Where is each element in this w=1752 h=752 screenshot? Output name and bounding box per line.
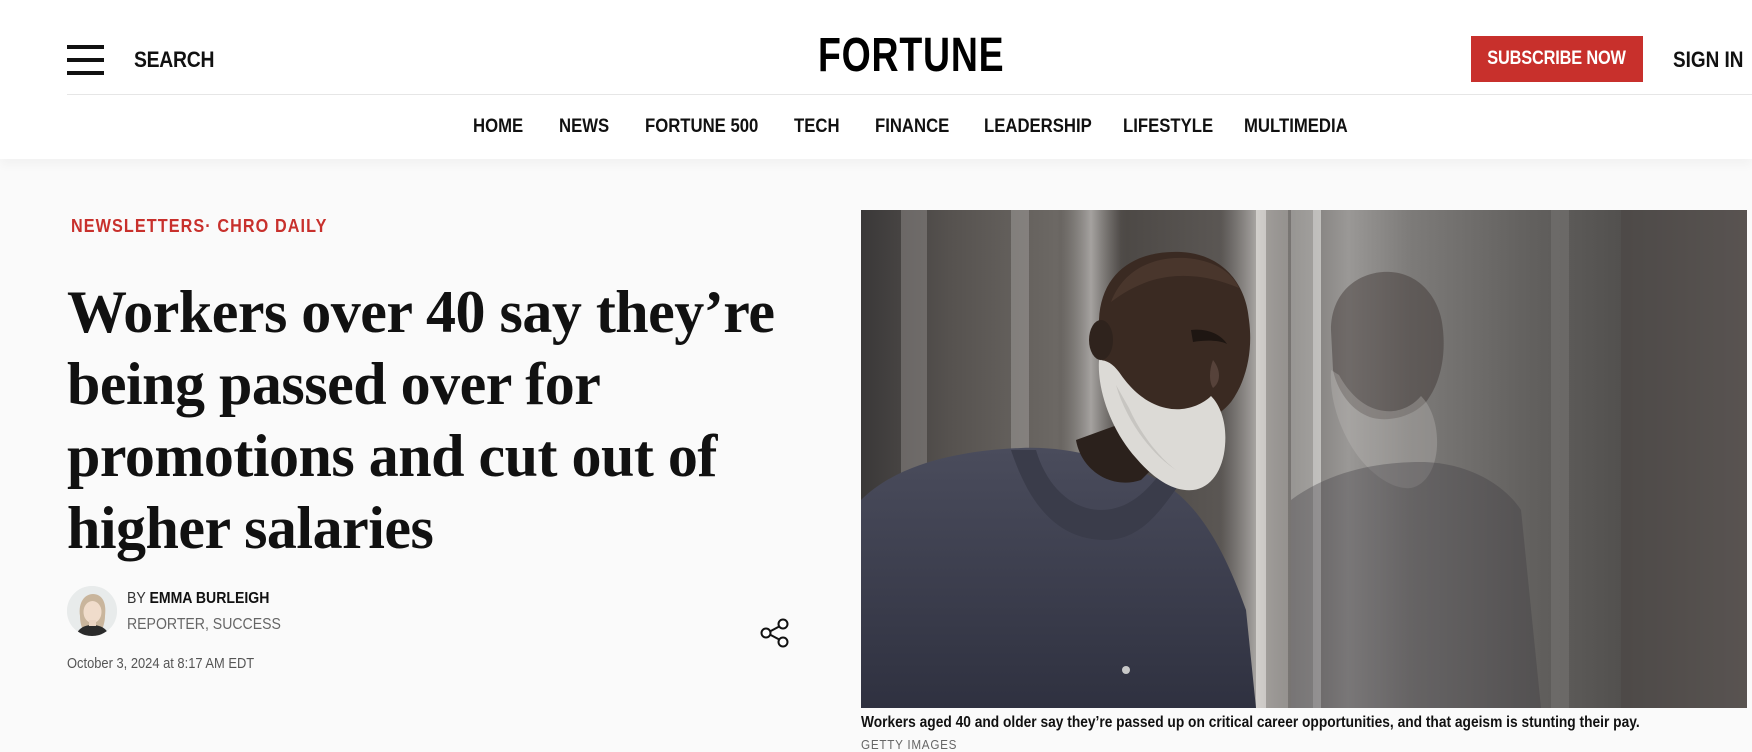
search-link[interactable]: SEARCH — [134, 46, 214, 74]
publish-date: October 3, 2024 at 8:17 AM EDT — [67, 655, 255, 672]
kicker-separator: · — [205, 216, 212, 236]
subscribe-now-button[interactable]: SUBSCRIBE NOW — [1471, 36, 1643, 82]
hero-photo — [861, 210, 1747, 708]
author-photo — [67, 586, 117, 636]
author-block: BY EMMA BURLEIGH REPORTER, SUCCESS — [67, 586, 327, 642]
image-credit: GETTY IMAGES — [861, 737, 958, 752]
image-caption: Workers aged 40 and older say they’re pa… — [861, 714, 1640, 731]
nav-item-finance[interactable]: FINANCE — [875, 113, 949, 141]
site-header: SEARCH FORTUNE SUBSCRIBE NOW SIGN IN HOM… — [0, 0, 1752, 159]
nav-item-multimedia[interactable]: MULTIMEDIA — [1244, 113, 1348, 141]
share-icon[interactable] — [758, 616, 792, 650]
header-divider — [67, 94, 1752, 95]
byline-prefix: BY — [127, 590, 146, 607]
author-role: REPORTER, SUCCESS — [127, 616, 281, 633]
nav-item-lifestyle[interactable]: LIFESTYLE — [1123, 113, 1213, 141]
section-link-newsletters[interactable]: NEWSLETTERS — [71, 216, 205, 236]
main-nav: HOME NEWS FORTUNE 500 TECH FINANCE LEADE… — [0, 113, 1752, 143]
article-headline: Workers over 40 say they’re being passed… — [67, 279, 775, 561]
nav-item-leadership[interactable]: LEADERSHIP — [984, 113, 1092, 141]
nav-item-tech[interactable]: TECH — [794, 113, 840, 141]
author-avatar[interactable] — [67, 586, 117, 636]
hero-image[interactable] — [861, 210, 1747, 708]
section-link-chro-daily[interactable]: CHRO DAILY — [217, 216, 327, 236]
subscribe-now-label: SUBSCRIBE NOW — [1487, 48, 1627, 69]
byline: BY EMMA BURLEIGH — [127, 588, 269, 610]
nav-item-home[interactable]: HOME — [473, 113, 523, 141]
nav-item-fortune-500[interactable]: FORTUNE 500 — [645, 113, 758, 141]
nav-item-news[interactable]: NEWS — [559, 113, 609, 141]
hamburger-menu-icon[interactable] — [67, 45, 104, 75]
sign-in-link[interactable]: SIGN IN — [1673, 46, 1743, 74]
author-name-link[interactable]: EMMA BURLEIGH — [149, 590, 269, 607]
fortune-logo[interactable]: FORTUNE — [818, 30, 1004, 82]
article-kicker: NEWSLETTERS· CHRO DAILY — [71, 214, 327, 238]
